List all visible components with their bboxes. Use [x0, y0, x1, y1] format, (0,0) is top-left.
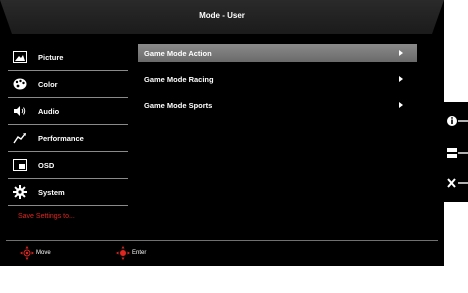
- dpad-enter-icon: [116, 246, 130, 260]
- sidebar-item-label: Audio: [38, 106, 60, 116]
- osd-icon: [12, 158, 28, 172]
- option-label: Game Mode Racing: [144, 74, 214, 84]
- sidebar-item-performance[interactable]: Performance: [8, 125, 128, 152]
- performance-icon: [12, 131, 28, 145]
- move-label: Move: [36, 250, 51, 256]
- sidebar-item-label: Picture: [38, 52, 64, 62]
- footer-divider: [6, 240, 438, 241]
- osd-menu: Mode - User Picture Color Audio Performa…: [0, 0, 444, 266]
- menu-icon[interactable]: [446, 146, 468, 160]
- move-hint: Move: [20, 246, 51, 260]
- enter-label: Enter: [132, 250, 147, 256]
- color-palette-icon: [12, 77, 28, 91]
- sidebar-item-osd[interactable]: OSD: [8, 152, 128, 179]
- sidebar-item-label: Color: [38, 79, 58, 89]
- option-label: Game Mode Action: [144, 48, 212, 58]
- save-settings-link[interactable]: Save Settings to...: [18, 213, 75, 220]
- mode-options: Game Mode Action Game Mode Racing Game M…: [138, 44, 417, 122]
- page-title: Mode - User: [199, 11, 245, 20]
- sidebar-item-label: OSD: [38, 160, 55, 170]
- close-icon[interactable]: [446, 176, 468, 190]
- sidebar-item-color[interactable]: Color: [8, 71, 128, 98]
- sidebar-item-audio[interactable]: Audio: [8, 98, 128, 125]
- option-game-mode-action[interactable]: Game Mode Action: [138, 44, 417, 62]
- picture-icon: [12, 50, 28, 64]
- monitor-button-panel: [444, 102, 468, 202]
- info-icon[interactable]: [446, 114, 468, 128]
- chevron-right-icon: [399, 50, 403, 56]
- gear-icon: [12, 185, 28, 199]
- sidebar-item-picture[interactable]: Picture: [8, 44, 128, 71]
- chevron-right-icon: [399, 76, 403, 82]
- sidebar-item-label: System: [38, 187, 65, 197]
- speaker-icon: [12, 104, 28, 118]
- dpad-move-icon: [20, 246, 34, 260]
- option-label: Game Mode Sports: [144, 100, 213, 110]
- sidebar: Picture Color Audio Performance OSD Syst…: [8, 44, 128, 206]
- enter-hint: Enter: [116, 246, 146, 260]
- option-game-mode-sports[interactable]: Game Mode Sports: [138, 96, 417, 114]
- title-bar: Mode - User: [0, 0, 444, 34]
- sidebar-item-label: Performance: [38, 133, 84, 143]
- option-game-mode-racing[interactable]: Game Mode Racing: [138, 70, 417, 88]
- chevron-right-icon: [399, 102, 403, 108]
- sidebar-item-system[interactable]: System: [8, 179, 128, 206]
